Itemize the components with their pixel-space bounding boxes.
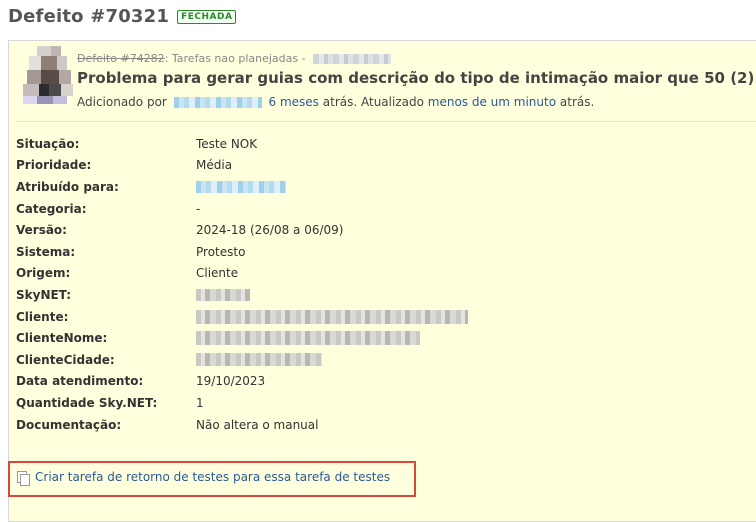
attribute-label: Data atendimento: — [16, 374, 144, 389]
attributes-table: Situação: Teste NOK Prioridade: Média At… — [16, 133, 468, 435]
attribute-label: Quantidade Sky.NET: — [16, 395, 158, 410]
created-ago-link[interactable]: 6 meses — [269, 95, 319, 109]
attribute-value: 19/10/2023 — [196, 374, 266, 389]
added-by-label: Adicionado por — [77, 95, 167, 109]
attribute-value: Média — [196, 158, 233, 173]
attribute-row: Data atendimento: 19/10/2023 — [16, 371, 468, 393]
attribute-label: Situação: — [16, 136, 80, 151]
parent-issue-line: Defeito #74282: Tarefas nao planejadas - — [77, 52, 392, 65]
attribute-label: Sistema: — [16, 244, 76, 259]
avatar — [19, 46, 75, 104]
attribute-label: ClienteNome: — [16, 331, 108, 346]
parent-issue-link[interactable]: Defeito #74282 — [77, 52, 165, 65]
attribute-value: Cliente — [196, 266, 239, 281]
attribute-row: Sistema: Protesto — [16, 241, 468, 263]
attribute-value: Não altera o manual — [196, 417, 319, 432]
attribute-label: Prioridade: — [16, 158, 92, 173]
updated-label: atrás. Atualizado — [322, 95, 424, 109]
attribute-label: Categoria: — [16, 201, 87, 216]
attribute-label: ClienteCidade: — [16, 352, 115, 367]
attribute-row: Prioridade: Média — [16, 155, 468, 177]
page-title: Defeito #70321 — [8, 6, 170, 27]
version-link[interactable]: 2024-18 (26/08 a 06/09) — [196, 223, 343, 237]
header-divider — [17, 121, 756, 122]
redacted-skynet — [196, 288, 250, 301]
attribute-row: Versão: 2024-18 (26/08 a 06/09) — [16, 219, 468, 241]
attribute-label: Cliente: — [16, 309, 69, 324]
redacted-client-name — [196, 331, 420, 346]
updated-ago-link[interactable]: menos de um minuto — [428, 95, 556, 109]
redacted-client — [196, 309, 468, 324]
copy-icon — [17, 470, 30, 486]
attribute-row: Situação: Teste NOK — [16, 133, 468, 155]
attribute-row: ClienteCidade: — [16, 349, 468, 371]
attribute-label: Origem: — [16, 266, 71, 281]
attribute-row: Origem: Cliente — [16, 263, 468, 285]
issue-details-box: Defeito #74282: Tarefas nao planejadas -… — [8, 40, 756, 522]
attribute-row: Categoria: - — [16, 198, 468, 220]
attribute-value: 1 — [196, 395, 204, 410]
attribute-label: Versão: — [16, 223, 67, 238]
author-line: Adicionado por 6 meses atrás. Atualizado… — [77, 95, 594, 109]
attribute-label: SkyNET: — [16, 287, 72, 302]
redacted-assignee[interactable] — [196, 180, 286, 193]
page-header: Defeito #70321 FECHADA — [8, 6, 237, 27]
create-return-task-link[interactable]: Criar tarefa de retorno de testes para e… — [35, 470, 390, 484]
redacted-parent-name — [313, 54, 392, 64]
attribute-value: - — [196, 201, 201, 216]
attribute-row: Quantidade Sky.NET: 1 — [16, 392, 468, 414]
attribute-value: Protesto — [196, 244, 246, 259]
attribute-label: Atribuído para: — [16, 179, 119, 194]
attribute-row: Atribuído para: — [16, 176, 468, 198]
status-badge: FECHADA — [177, 9, 237, 24]
create-return-task-action[interactable]: Criar tarefa de retorno de testes para e… — [17, 470, 390, 486]
attribute-value: Teste NOK — [196, 136, 258, 151]
updated-suffix: atrás. — [559, 95, 595, 109]
attribute-label: Documentação: — [16, 417, 122, 432]
attribute-row: Cliente: — [16, 306, 468, 328]
parent-issue-text: : Tarefas nao planejadas - — [164, 52, 306, 65]
redacted-client-city — [196, 353, 322, 367]
attribute-row: ClienteNome: — [16, 327, 468, 349]
attribute-row: SkyNET: — [16, 284, 468, 306]
attribute-row: Documentação: Não altera o manual — [16, 414, 468, 436]
issue-subject: Problema para gerar guias com descrição … — [77, 69, 755, 87]
author-link[interactable] — [173, 97, 262, 108]
